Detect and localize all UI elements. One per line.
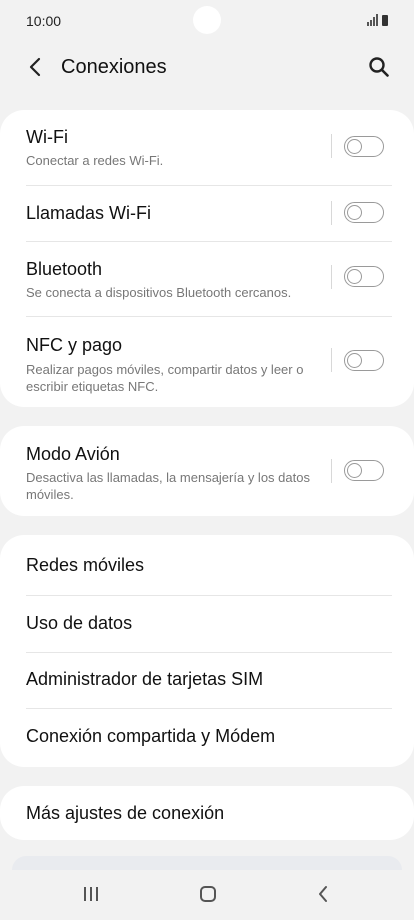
nav-back-button[interactable] <box>314 885 332 903</box>
separator <box>331 134 332 158</box>
setting-title: Redes móviles <box>26 555 145 575</box>
status-bar: 10:00 <box>0 0 414 42</box>
toggle-knob <box>346 268 362 284</box>
setting-row-tethering[interactable]: Conexión compartida y Módem <box>0 709 414 767</box>
card-wireless: Wi-Fi Conectar a redes Wi-Fi. Llamadas W… <box>0 110 414 407</box>
recents-icon-bar <box>90 887 92 901</box>
home-button[interactable] <box>200 886 216 902</box>
separator <box>331 265 332 289</box>
status-icons <box>367 14 388 26</box>
setting-row-mobile-networks[interactable]: Redes móviles <box>0 535 414 595</box>
search-icon <box>369 57 389 77</box>
setting-subtitle: Se conecta a dispositivos Bluetooth cerc… <box>26 285 292 300</box>
setting-row-more-connection-settings[interactable]: Más ajustes de conexión <box>0 786 414 840</box>
navigation-bar <box>0 868 414 920</box>
nfc-toggle[interactable] <box>344 350 384 371</box>
setting-row-nfc[interactable]: NFC y pago Realizar pagos móviles, compa… <box>0 317 414 407</box>
setting-title: Wi-Fi <box>26 127 68 147</box>
setting-subtitle: Conectar a redes Wi-Fi. <box>26 153 164 168</box>
wifi-calling-toggle[interactable] <box>344 202 384 223</box>
card-more: Más ajustes de conexión <box>0 786 414 840</box>
airplane-mode-toggle[interactable] <box>344 460 384 481</box>
card-airplane: Modo Avión Desactiva las llamadas, la me… <box>0 426 414 516</box>
setting-row-wifi[interactable]: Wi-Fi Conectar a redes Wi-Fi. <box>0 110 414 185</box>
page-title: Conexiones <box>61 56 167 78</box>
signal-icon <box>367 14 378 26</box>
toggle-knob <box>346 462 362 478</box>
setting-row-sim-manager[interactable]: Administrador de tarjetas SIM <box>0 653 414 708</box>
search-button[interactable] <box>364 52 394 82</box>
setting-title: Bluetooth <box>26 259 103 279</box>
bluetooth-toggle[interactable] <box>344 266 384 287</box>
setting-row-airplane-mode[interactable]: Modo Avión Desactiva las llamadas, la me… <box>0 426 414 516</box>
chevron-left-icon <box>29 57 41 77</box>
setting-row-data-usage[interactable]: Uso de datos <box>0 596 414 652</box>
toggle-knob <box>346 204 362 220</box>
separator <box>331 459 332 483</box>
setting-subtitle: Realizar pagos móviles, compartir datos … <box>26 362 304 394</box>
toggle-knob <box>346 138 362 154</box>
setting-title: Llamadas Wi-Fi <box>26 203 152 223</box>
setting-title: Modo Avión <box>26 444 120 464</box>
separator <box>331 348 332 372</box>
setting-title: Conexión compartida y Módem <box>26 726 276 746</box>
toggle-knob <box>346 352 362 368</box>
separator <box>331 201 332 225</box>
setting-title: Más ajustes de conexión <box>26 803 225 823</box>
setting-title: Administrador de tarjetas SIM <box>26 669 264 689</box>
back-button[interactable] <box>22 54 48 80</box>
front-camera <box>193 6 221 34</box>
setting-subtitle: Desactiva las llamadas, la mensajería y … <box>26 470 310 502</box>
setting-row-wifi-calling[interactable]: Llamadas Wi-Fi <box>0 186 414 241</box>
recents-icon <box>84 887 86 901</box>
back-arrow-icon <box>319 886 327 902</box>
battery-icon <box>382 15 388 26</box>
recents-icon-bar <box>96 887 98 901</box>
wifi-toggle[interactable] <box>344 136 384 157</box>
app-bar: Conexiones <box>0 42 414 92</box>
setting-row-bluetooth[interactable]: Bluetooth Se conecta a dispositivos Blue… <box>0 242 414 316</box>
card-mobile: Redes móviles Uso de datos Administrador… <box>0 535 414 767</box>
status-time: 10:00 <box>26 13 62 29</box>
setting-title: NFC y pago <box>26 335 123 355</box>
recents-button[interactable] <box>84 887 98 901</box>
setting-title: Uso de datos <box>26 613 133 633</box>
